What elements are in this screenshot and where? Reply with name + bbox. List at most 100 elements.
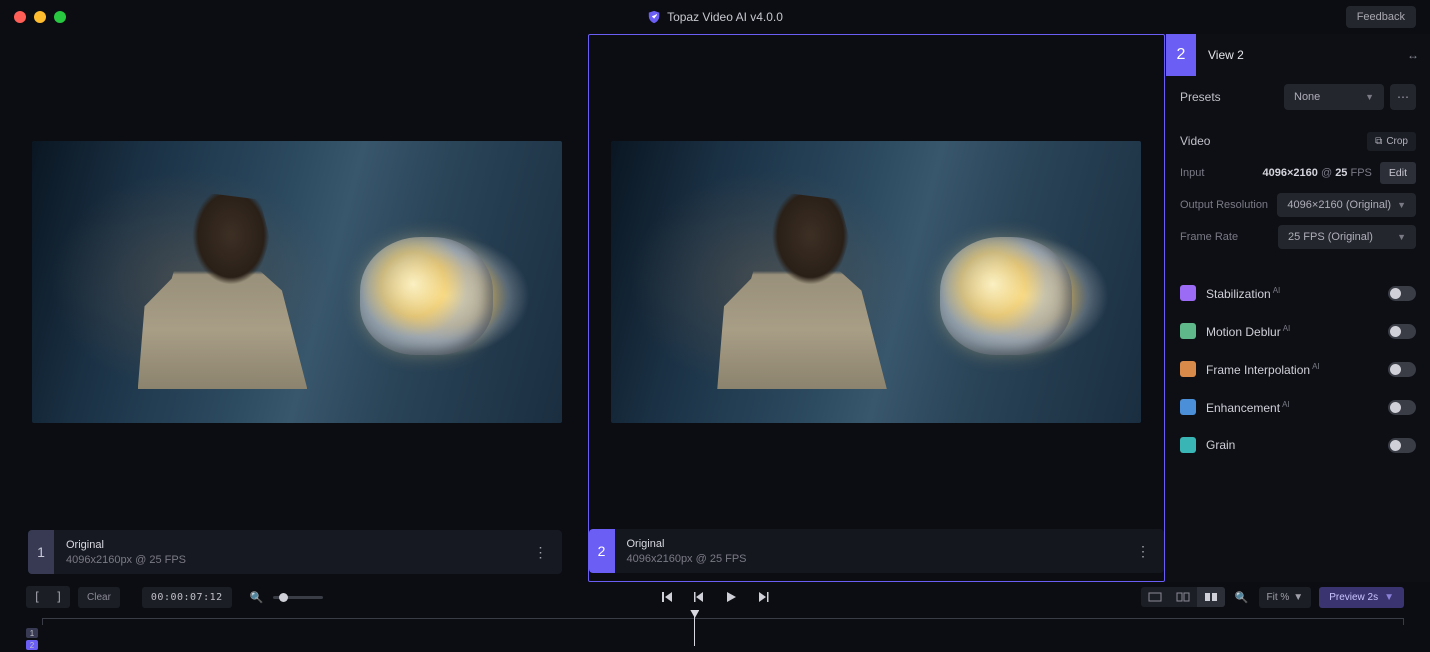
view-info-1: Original 4096x2160px @ 25 FPS <box>54 539 186 566</box>
viewer-panel-2[interactable]: 2 Original 4096x2160px @ 25 FPS ⋮ <box>588 34 1166 582</box>
chevron-down-icon: ▼ <box>1397 200 1406 210</box>
mark-in-button[interactable]: [ <box>26 586 48 608</box>
presets-select[interactable]: None ▼ <box>1284 84 1384 110</box>
view-title-1: Original <box>66 539 186 551</box>
effect-icon <box>1180 323 1196 339</box>
mark-out-button[interactable]: ] <box>48 586 70 608</box>
right-controls: 🔍 Fit % ▼ Preview 2s ▼ <box>1141 587 1404 608</box>
track-label-2: 2 <box>26 640 38 650</box>
effect-icon <box>1180 285 1196 301</box>
effect-name: StabilizationAI <box>1206 286 1280 301</box>
input-edit-button[interactable]: Edit <box>1380 162 1416 184</box>
effect-row-frame-interpolation[interactable]: Frame InterpolationAI <box>1180 350 1416 388</box>
timeline-area: [ ] Clear 00:00:07:12 🔍 🔍 Fit % ▼ <box>0 582 1430 652</box>
view-index-1: 1 <box>28 530 54 574</box>
app-title: Topaz Video AI v4.0.0 <box>647 10 783 24</box>
fit-label: Fit % <box>1267 592 1290 603</box>
presets-value: None <box>1294 91 1320 103</box>
chevron-down-icon: ▼ <box>1293 592 1303 603</box>
input-value: 4096×2160 @ 25 FPS <box>1263 167 1372 179</box>
zoom-icon[interactable]: 🔍 <box>1233 591 1251 604</box>
timecode-display: 00:00:07:12 <box>142 587 232 608</box>
effect-icon <box>1180 399 1196 415</box>
view-mode-group <box>1141 587 1225 607</box>
playback-controls <box>658 588 772 606</box>
sidebar-view-index: 2 <box>1166 34 1196 76</box>
fit-select[interactable]: Fit % ▼ <box>1259 587 1312 608</box>
preview-label: Preview 2s <box>1329 592 1378 603</box>
app-title-text: Topaz Video AI v4.0.0 <box>667 10 783 24</box>
playhead[interactable] <box>694 616 695 646</box>
effect-row-grain[interactable]: Grain <box>1180 426 1416 464</box>
title-bar: Topaz Video AI v4.0.0 Feedback <box>0 0 1430 34</box>
preview-button[interactable]: Preview 2s ▼ <box>1319 587 1404 608</box>
output-res-select[interactable]: 4096×2160 (Original) ▼ <box>1277 193 1416 217</box>
crop-button[interactable]: ⧉ Crop <box>1367 132 1416 151</box>
view-meta-2: 4096x2160px @ 25 FPS <box>627 553 747 565</box>
layout-split-button[interactable] <box>1169 587 1197 607</box>
in-out-brackets: [ ] <box>26 586 70 608</box>
go-to-start-button[interactable] <box>658 588 676 606</box>
view-meta-1: 4096x2160px @ 25 FPS <box>66 554 186 566</box>
effect-toggle[interactable] <box>1388 438 1416 453</box>
frame-rate-select[interactable]: 25 FPS (Original) ▼ <box>1278 225 1416 249</box>
effect-name: EnhancementAI <box>1206 400 1290 415</box>
effect-name: Grain <box>1206 438 1235 452</box>
step-back-button[interactable] <box>690 588 708 606</box>
step-forward-button[interactable] <box>754 588 772 606</box>
chevron-down-icon: ▼ <box>1384 592 1394 603</box>
window-controls <box>14 11 66 23</box>
effect-name: Motion DeblurAI <box>1206 324 1290 339</box>
timeline-track[interactable]: 1 2 <box>26 618 1404 648</box>
timeline-controls: [ ] Clear 00:00:07:12 🔍 🔍 Fit % ▼ <box>26 582 1404 612</box>
zoom-out-icon[interactable]: 🔍 <box>248 591 266 604</box>
view-menu-button-1[interactable]: ⋮ <box>520 544 562 561</box>
output-res-label: Output Resolution <box>1180 199 1268 211</box>
sidebar-header: 2 View 2 ↔ <box>1166 34 1430 76</box>
effect-toggle[interactable] <box>1388 286 1416 301</box>
presets-label: Presets <box>1180 90 1221 104</box>
close-window-button[interactable] <box>14 11 26 23</box>
view-title-2: Original <box>627 538 747 550</box>
chevron-down-icon: ▼ <box>1397 232 1406 242</box>
effect-row-stabilization[interactable]: StabilizationAI <box>1180 274 1416 312</box>
frame-rate-label: Frame Rate <box>1180 231 1238 243</box>
video-preview-1 <box>32 141 562 423</box>
minimize-window-button[interactable] <box>34 11 46 23</box>
effect-toggle[interactable] <box>1388 362 1416 377</box>
effect-row-enhancement[interactable]: EnhancementAI <box>1180 388 1416 426</box>
effect-toggle[interactable] <box>1388 324 1416 339</box>
video-section: Video ⧉ Crop Input 4096×2160 @ 25 FPS Ed… <box>1166 124 1430 264</box>
input-label: Input <box>1180 167 1204 179</box>
clear-button[interactable]: Clear <box>78 587 120 608</box>
view-index-2: 2 <box>589 529 615 573</box>
view-info-2: Original 4096x2160px @ 25 FPS <box>615 538 747 565</box>
effect-name: Frame InterpolationAI <box>1206 362 1320 377</box>
video-frame-2 <box>603 35 1151 529</box>
viewer-panel-1[interactable]: 1 Original 4096x2160px @ 25 FPS ⋮ <box>0 34 576 582</box>
play-button[interactable] <box>722 588 740 606</box>
view-menu-button-2[interactable]: ⋮ <box>1122 543 1164 560</box>
presets-more-button[interactable]: ⋯ <box>1390 84 1416 110</box>
zoom-slider[interactable] <box>273 596 323 599</box>
main-area: 1 Original 4096x2160px @ 25 FPS ⋮ 2 Orig… <box>0 34 1430 582</box>
output-res-value: 4096×2160 (Original) <box>1287 199 1391 211</box>
video-frame-1 <box>28 34 566 530</box>
feedback-button[interactable]: Feedback <box>1346 6 1416 28</box>
maximize-window-button[interactable] <box>54 11 66 23</box>
presets-section: Presets None ▼ ⋯ <box>1166 76 1430 124</box>
layout-side-by-side-button[interactable] <box>1197 587 1225 607</box>
expand-icon[interactable]: ↔ <box>1396 38 1430 72</box>
effects-section: StabilizationAI Motion DeblurAI Frame In… <box>1166 264 1430 474</box>
video-label: Video <box>1180 134 1210 148</box>
layout-single-button[interactable] <box>1141 587 1169 607</box>
effect-toggle[interactable] <box>1388 400 1416 415</box>
timeline-ruler <box>42 618 1404 621</box>
effect-row-motion-deblur[interactable]: Motion DeblurAI <box>1180 312 1416 350</box>
effect-icon <box>1180 437 1196 453</box>
view-footer-1: 1 Original 4096x2160px @ 25 FPS ⋮ <box>28 530 562 574</box>
crop-icon: ⧉ <box>1375 136 1382 147</box>
frame-rate-value: 25 FPS (Original) <box>1288 231 1373 243</box>
view-footer-2: 2 Original 4096x2160px @ 25 FPS ⋮ <box>589 529 1165 573</box>
app-icon <box>647 10 661 24</box>
